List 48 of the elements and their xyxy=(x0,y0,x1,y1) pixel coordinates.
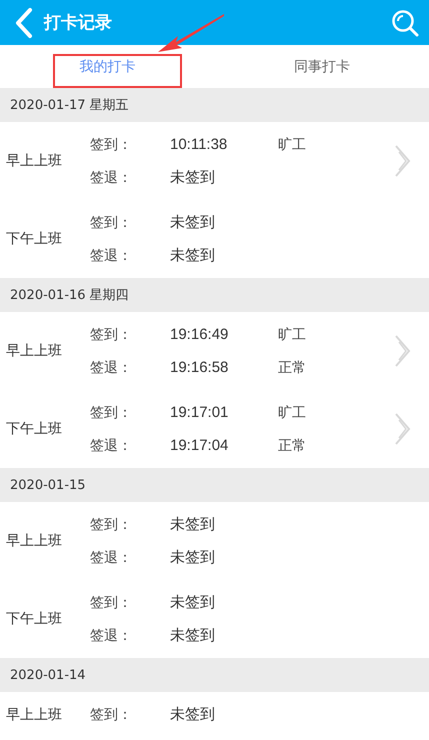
record-label: 签退： xyxy=(90,358,133,376)
record-time: 未签到 xyxy=(170,705,216,724)
record-label: 签退： xyxy=(90,548,133,566)
record-label: 签到： xyxy=(90,404,133,422)
date-label: 2020-01-14 xyxy=(10,668,86,682)
record-time: 未签到 xyxy=(170,246,216,265)
record-label: 签到： xyxy=(90,516,133,534)
record-time: 10:11:38 xyxy=(170,136,228,153)
chevron-icon[interactable] xyxy=(393,412,413,446)
record-time: 未签到 xyxy=(170,593,216,612)
record-label: 签退： xyxy=(90,246,133,264)
record-label: 签退： xyxy=(90,626,133,644)
shift-name: 下午上班 xyxy=(5,610,63,628)
record-label: 签到： xyxy=(90,326,133,344)
shift-name: 早上上班 xyxy=(5,342,63,360)
record-status: 正常 xyxy=(278,358,306,376)
record-status: 正常 xyxy=(278,436,306,454)
record-time: 未签到 xyxy=(170,213,216,232)
shift-name: 早上上班 xyxy=(5,152,63,170)
record-time: 未签到 xyxy=(170,168,216,187)
date-label: 2020-01-17 星期五 xyxy=(10,97,129,114)
shift-name: 下午上班 xyxy=(5,420,63,438)
record-label: 签退： xyxy=(90,436,133,454)
record-label: 签退： xyxy=(90,168,133,186)
date-label: 2020-01-16 星期四 xyxy=(10,287,129,304)
record-time: 19:17:04 xyxy=(170,437,230,454)
date-label: 2020-01-15 xyxy=(10,478,86,492)
record-time: 未签到 xyxy=(170,626,216,645)
record-time: 19:16:58 xyxy=(170,359,230,376)
page-title: 打卡记录 xyxy=(44,12,113,34)
shift-name: 早上上班 xyxy=(5,532,63,550)
search-icon[interactable] xyxy=(391,8,419,36)
record-time: 未签到 xyxy=(170,548,216,567)
record-label: 签到： xyxy=(90,214,133,232)
shift-name: 下午上班 xyxy=(5,230,63,248)
record-status: 旷工 xyxy=(278,326,306,344)
back-icon[interactable] xyxy=(14,6,34,38)
record-label: 签到： xyxy=(90,706,133,724)
record-status: 旷工 xyxy=(278,136,306,154)
record-status: 旷工 xyxy=(278,404,306,422)
record-time: 未签到 xyxy=(170,515,216,534)
chevron-icon[interactable] xyxy=(393,144,413,178)
record-time: 19:16:49 xyxy=(170,326,230,343)
record-label: 签到： xyxy=(90,136,133,154)
shift-name: 早上上班 xyxy=(5,706,63,724)
record-label: 签到： xyxy=(90,594,133,612)
chevron-icon[interactable] xyxy=(393,334,413,368)
record-time: 19:17:01 xyxy=(170,404,230,421)
